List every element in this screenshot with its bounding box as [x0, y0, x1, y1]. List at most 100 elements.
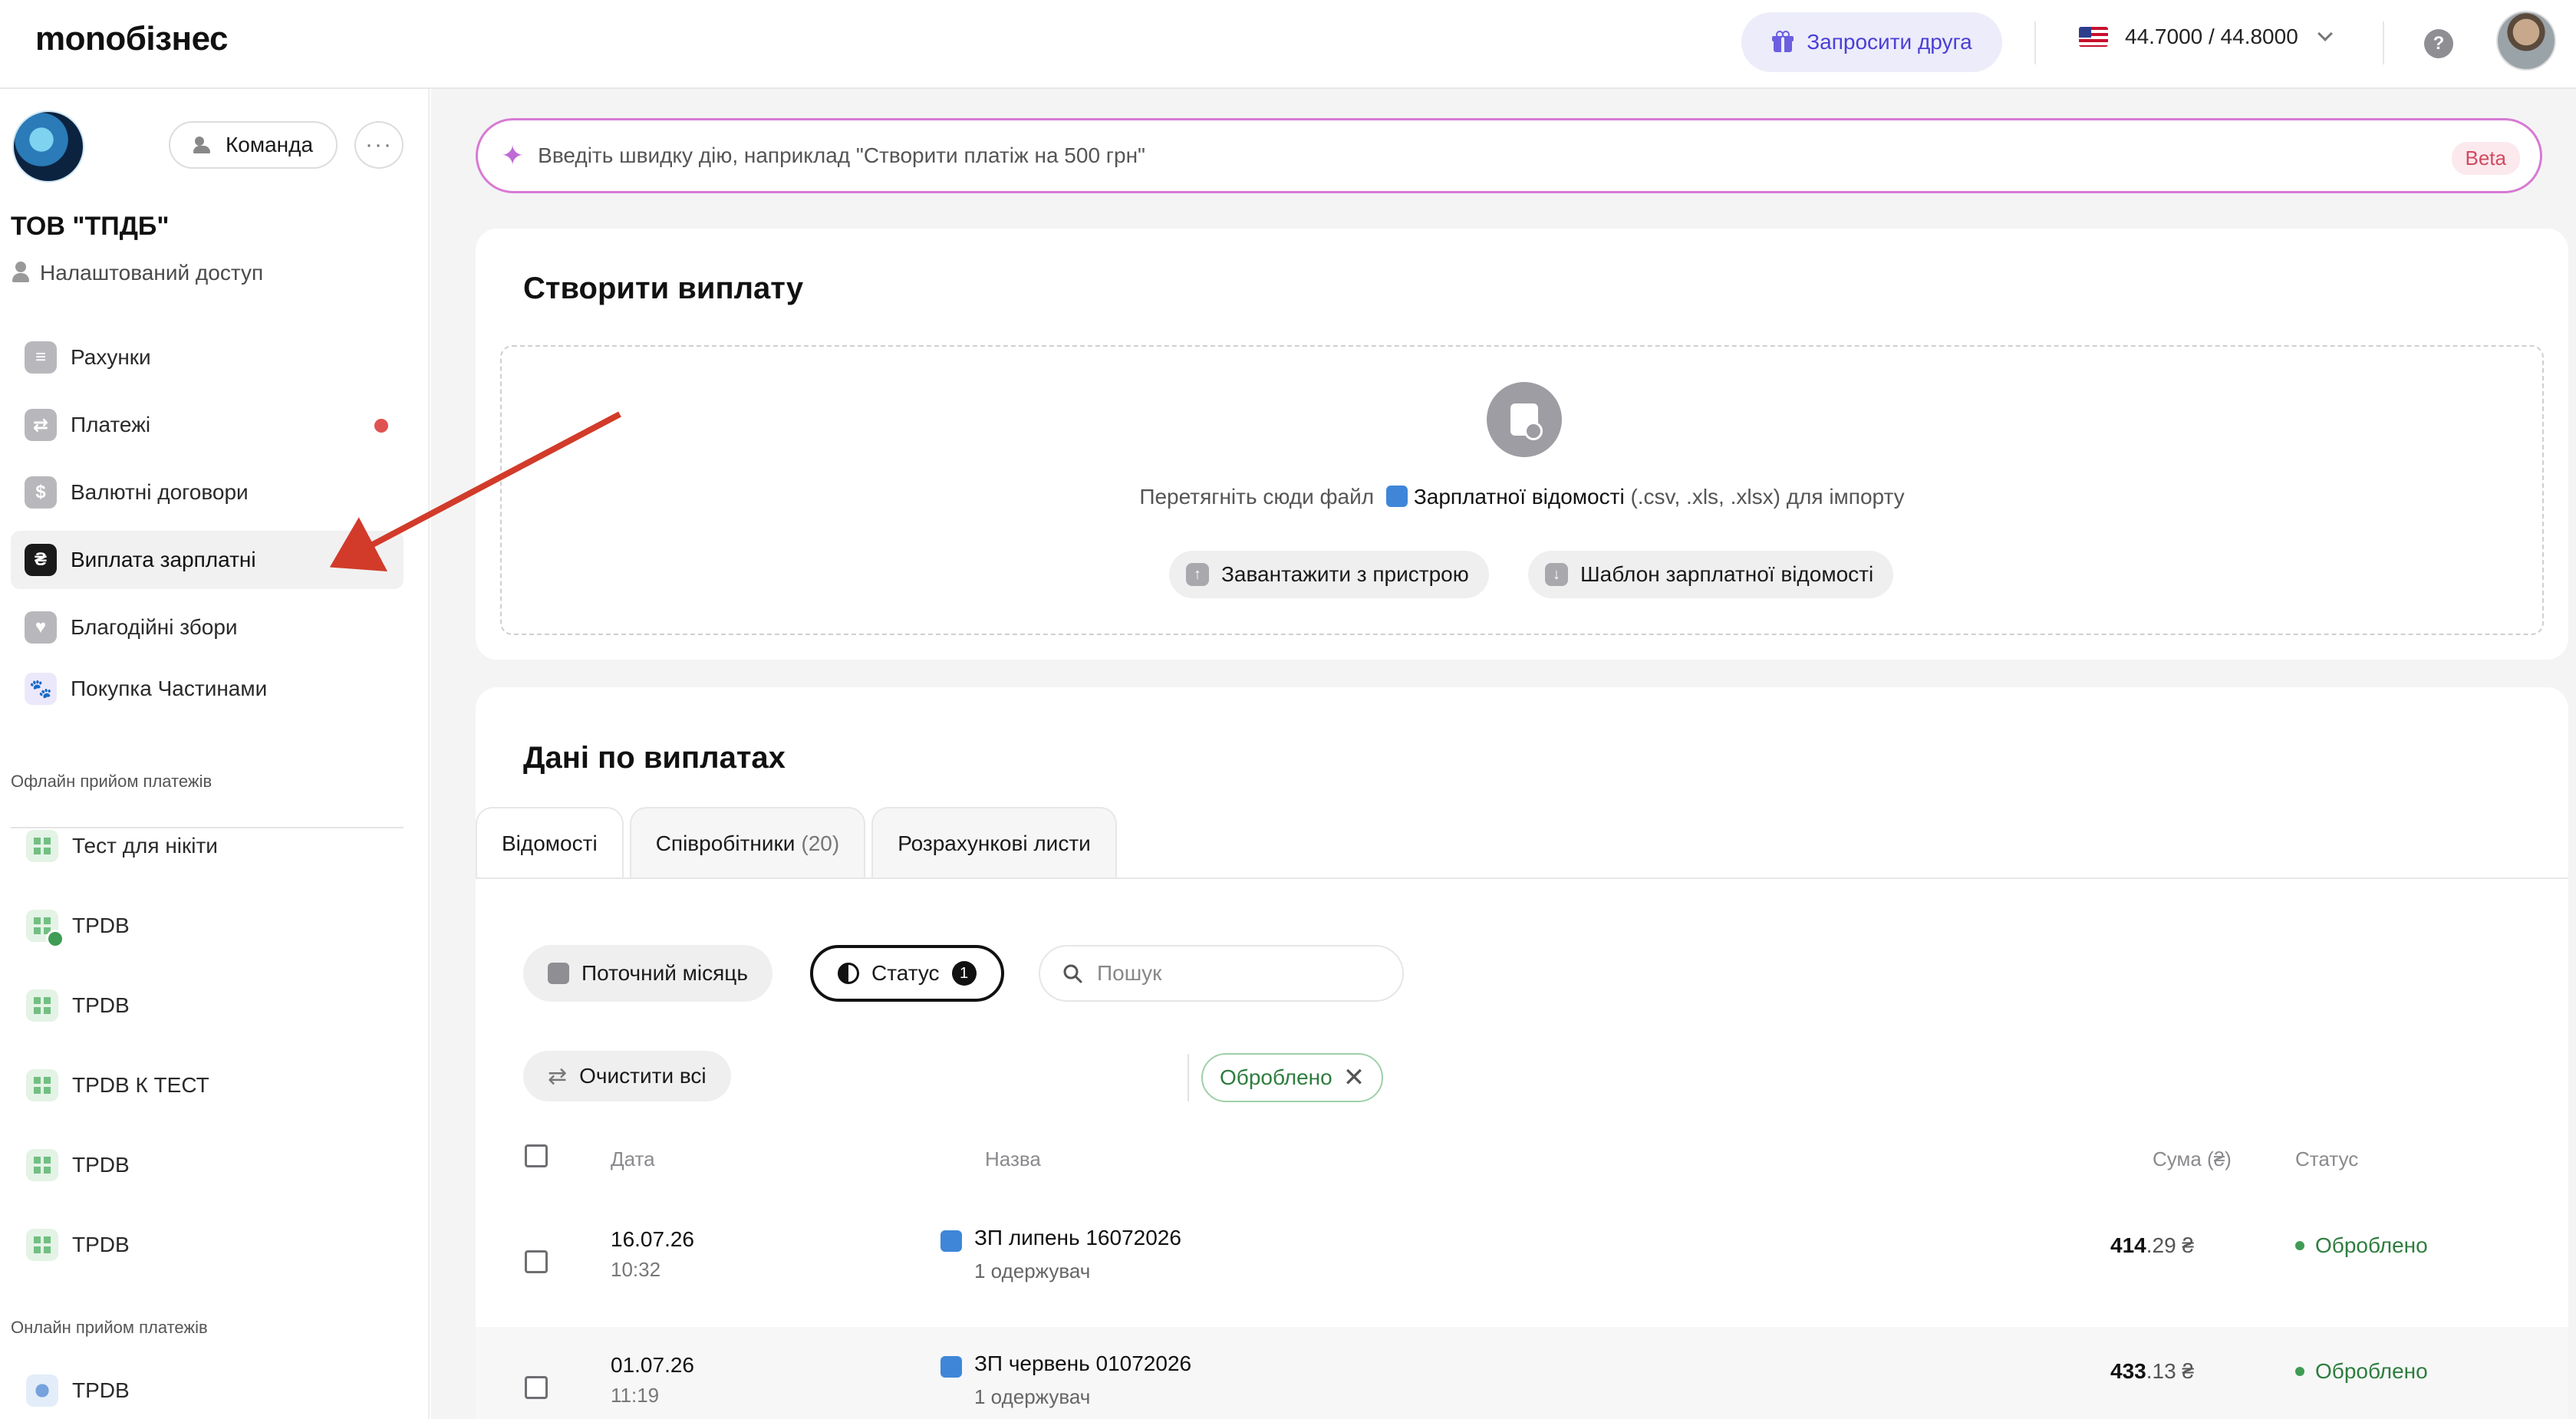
salary-sheet-link[interactable]: Зарплатної відомості: [1414, 485, 1625, 509]
row-status: Оброблено: [2295, 1233, 2428, 1258]
offline-pos-item[interactable]: Тест для нікіти: [26, 830, 218, 862]
paw-icon: 🐾: [25, 673, 57, 705]
qr-icon: [26, 830, 58, 862]
sidebar-item-currency-contracts[interactable]: $ Валютні договори: [11, 463, 404, 522]
dropzone-text: Перетягніть сюди файл Зарплатної відомос…: [502, 485, 2542, 509]
row-date: 16.07.26: [611, 1227, 694, 1251]
search-placeholder: Пошук: [1097, 961, 1162, 985]
help-icon[interactable]: ?: [2424, 29, 2453, 58]
column-header-date[interactable]: Дата: [611, 1147, 655, 1171]
table-row[interactable]: 01.07.26 11:19 ЗП червень 01072026 1 оде…: [476, 1327, 2568, 1419]
tab-employees[interactable]: Співробітники (20): [629, 807, 866, 879]
column-header-name[interactable]: Назва: [985, 1147, 1041, 1171]
offline-pos-item[interactable]: TPDB: [26, 910, 130, 948]
sidebar-item-charity[interactable]: ♥ Благодійні збори: [11, 598, 404, 657]
online-section-title: Онлайн прийом платежів: [11, 1318, 208, 1337]
table-row[interactable]: 16.07.26 10:32 ЗП липень 16072026 1 одер…: [476, 1201, 2568, 1327]
row-name: ЗП липень 16072026: [974, 1226, 1181, 1249]
user-icon: [11, 262, 31, 285]
row-checkbox[interactable]: [525, 1376, 548, 1399]
select-all-checkbox[interactable]: [525, 1144, 548, 1167]
sparkle-icon: ✦: [501, 140, 525, 171]
filter-label: Статус: [871, 961, 940, 985]
team-button[interactable]: Команда: [169, 121, 338, 169]
payouts-tabs: Відомості Співробітники (20) Розрахункові…: [476, 807, 1123, 879]
transfer-icon: ⇄: [25, 409, 57, 441]
pos-label: TPDB: [72, 1233, 130, 1256]
file-upload-icon: [1487, 382, 1562, 457]
top-bar: monoбізнес Запросити друга 44.7000 / 44.…: [0, 0, 2576, 89]
pos-label: Тест для нікіти: [72, 834, 218, 858]
close-icon[interactable]: ✕: [1343, 1062, 1365, 1093]
status-label: Оброблено: [2315, 1233, 2428, 1257]
globe-icon: [26, 1375, 58, 1407]
qr-icon: [26, 1229, 58, 1261]
currency-rate: 44.7000 / 44.8000: [2125, 25, 2298, 48]
chevron-down-icon: [2317, 26, 2333, 41]
pos-label: TPDB: [72, 993, 130, 1017]
clear-label: Очистити всі: [579, 1064, 707, 1088]
terminal-icon: [26, 910, 64, 948]
sidebar-item-label: Виплата зарплатні: [71, 548, 256, 571]
download-icon: ↓: [1545, 563, 1568, 586]
list-icon: [940, 1356, 962, 1378]
org-avatar[interactable]: [12, 110, 84, 183]
user-avatar[interactable]: [2496, 11, 2556, 71]
sidebar-item-label: Благодійні збори: [71, 615, 238, 639]
column-header-status[interactable]: Статус: [2295, 1147, 2358, 1171]
currency-rate-selector[interactable]: 44.7000 / 44.8000: [2079, 25, 2333, 49]
team-label: Команда: [225, 133, 314, 156]
us-flag-icon: [2079, 27, 2108, 47]
divider: [2034, 21, 2036, 64]
search-input[interactable]: Пошук: [1039, 945, 1404, 1002]
sum-integer: 433: [2110, 1359, 2146, 1383]
sidebar-item-installments[interactable]: 🐾 Покупка Частинами: [11, 660, 404, 718]
status-badge: [46, 930, 64, 948]
status-dot: [2295, 1241, 2304, 1250]
upload-from-device-button[interactable]: ↑ Завантажити з пристрою: [1169, 551, 1489, 598]
calendar-icon: [548, 963, 569, 984]
reset-icon: ⇄: [548, 1063, 568, 1089]
clear-all-button[interactable]: ⇄ Очистити всі: [523, 1051, 731, 1101]
pos-label: TPDB: [72, 914, 130, 937]
tabs-divider: [476, 877, 2568, 879]
sidebar-item-salary-payout[interactable]: ₴ Виплата зарплатні: [11, 531, 404, 589]
create-payout-card: Створити виплату Перетягніть сюди файл З…: [476, 229, 2568, 660]
sidebar-item-payments[interactable]: ⇄ Платежі: [11, 396, 404, 454]
current-month-filter[interactable]: Поточний місяць: [523, 945, 772, 1002]
wallet-icon: ≡: [25, 341, 57, 374]
online-pos-item[interactable]: TPDB: [26, 1375, 130, 1407]
status-chip[interactable]: Оброблено ✕: [1201, 1053, 1384, 1102]
list-icon: [940, 1230, 962, 1252]
row-status: Оброблено: [2295, 1359, 2428, 1384]
search-icon: [1063, 964, 1082, 983]
offline-pos-item[interactable]: TPDB: [26, 1229, 130, 1261]
invite-friend-button[interactable]: Запросити друга: [1741, 12, 2002, 72]
main-content: ✦ Введіть швидку дію, наприклад "Створит…: [431, 89, 2576, 1419]
row-date: 01.07.26: [611, 1353, 694, 1377]
sum-decimal: .13 ₴: [2146, 1359, 2194, 1383]
row-name: ЗП червень 01072026: [974, 1352, 1192, 1375]
row-time: 11:19: [611, 1384, 660, 1407]
org-name: ТОВ "ТПДБ": [11, 212, 170, 241]
divider: [2383, 21, 2384, 64]
sidebar-divider: [11, 827, 404, 828]
status-filter[interactable]: Статус 1: [810, 945, 1004, 1002]
logo[interactable]: monoбізнес: [35, 20, 228, 58]
column-header-sum[interactable]: Сума (₴): [2153, 1147, 2232, 1171]
more-options-button[interactable]: ···: [354, 121, 404, 169]
file-dropzone[interactable]: Перетягніть сюди файл Зарплатної відомос…: [500, 345, 2544, 635]
quick-action-input[interactable]: ✦ Введіть швидку дію, наприклад "Створит…: [476, 118, 2542, 193]
access-settings[interactable]: Налаштований доступ: [11, 261, 263, 285]
tab-payslips[interactable]: Розрахункові листи: [871, 807, 1117, 879]
download-template-button[interactable]: ↓ Шаблон зарплатної відомості: [1528, 551, 1894, 598]
half-circle-icon: [838, 963, 859, 984]
offline-pos-item[interactable]: TPDB К ТЕСТ: [26, 1069, 209, 1101]
sidebar-item-accounts[interactable]: ≡ Рахунки: [11, 328, 404, 387]
sidebar: Команда ··· ТОВ "ТПДБ" Налаштований дост…: [0, 89, 430, 1419]
offline-pos-item[interactable]: TPDB: [26, 989, 130, 1022]
row-checkbox[interactable]: [525, 1250, 548, 1273]
drop-suffix: (.csv, .xls, .xlsx) для імпорту: [1630, 485, 1905, 509]
tab-statements[interactable]: Відомості: [476, 807, 624, 879]
offline-pos-item[interactable]: TPDB: [26, 1149, 130, 1181]
